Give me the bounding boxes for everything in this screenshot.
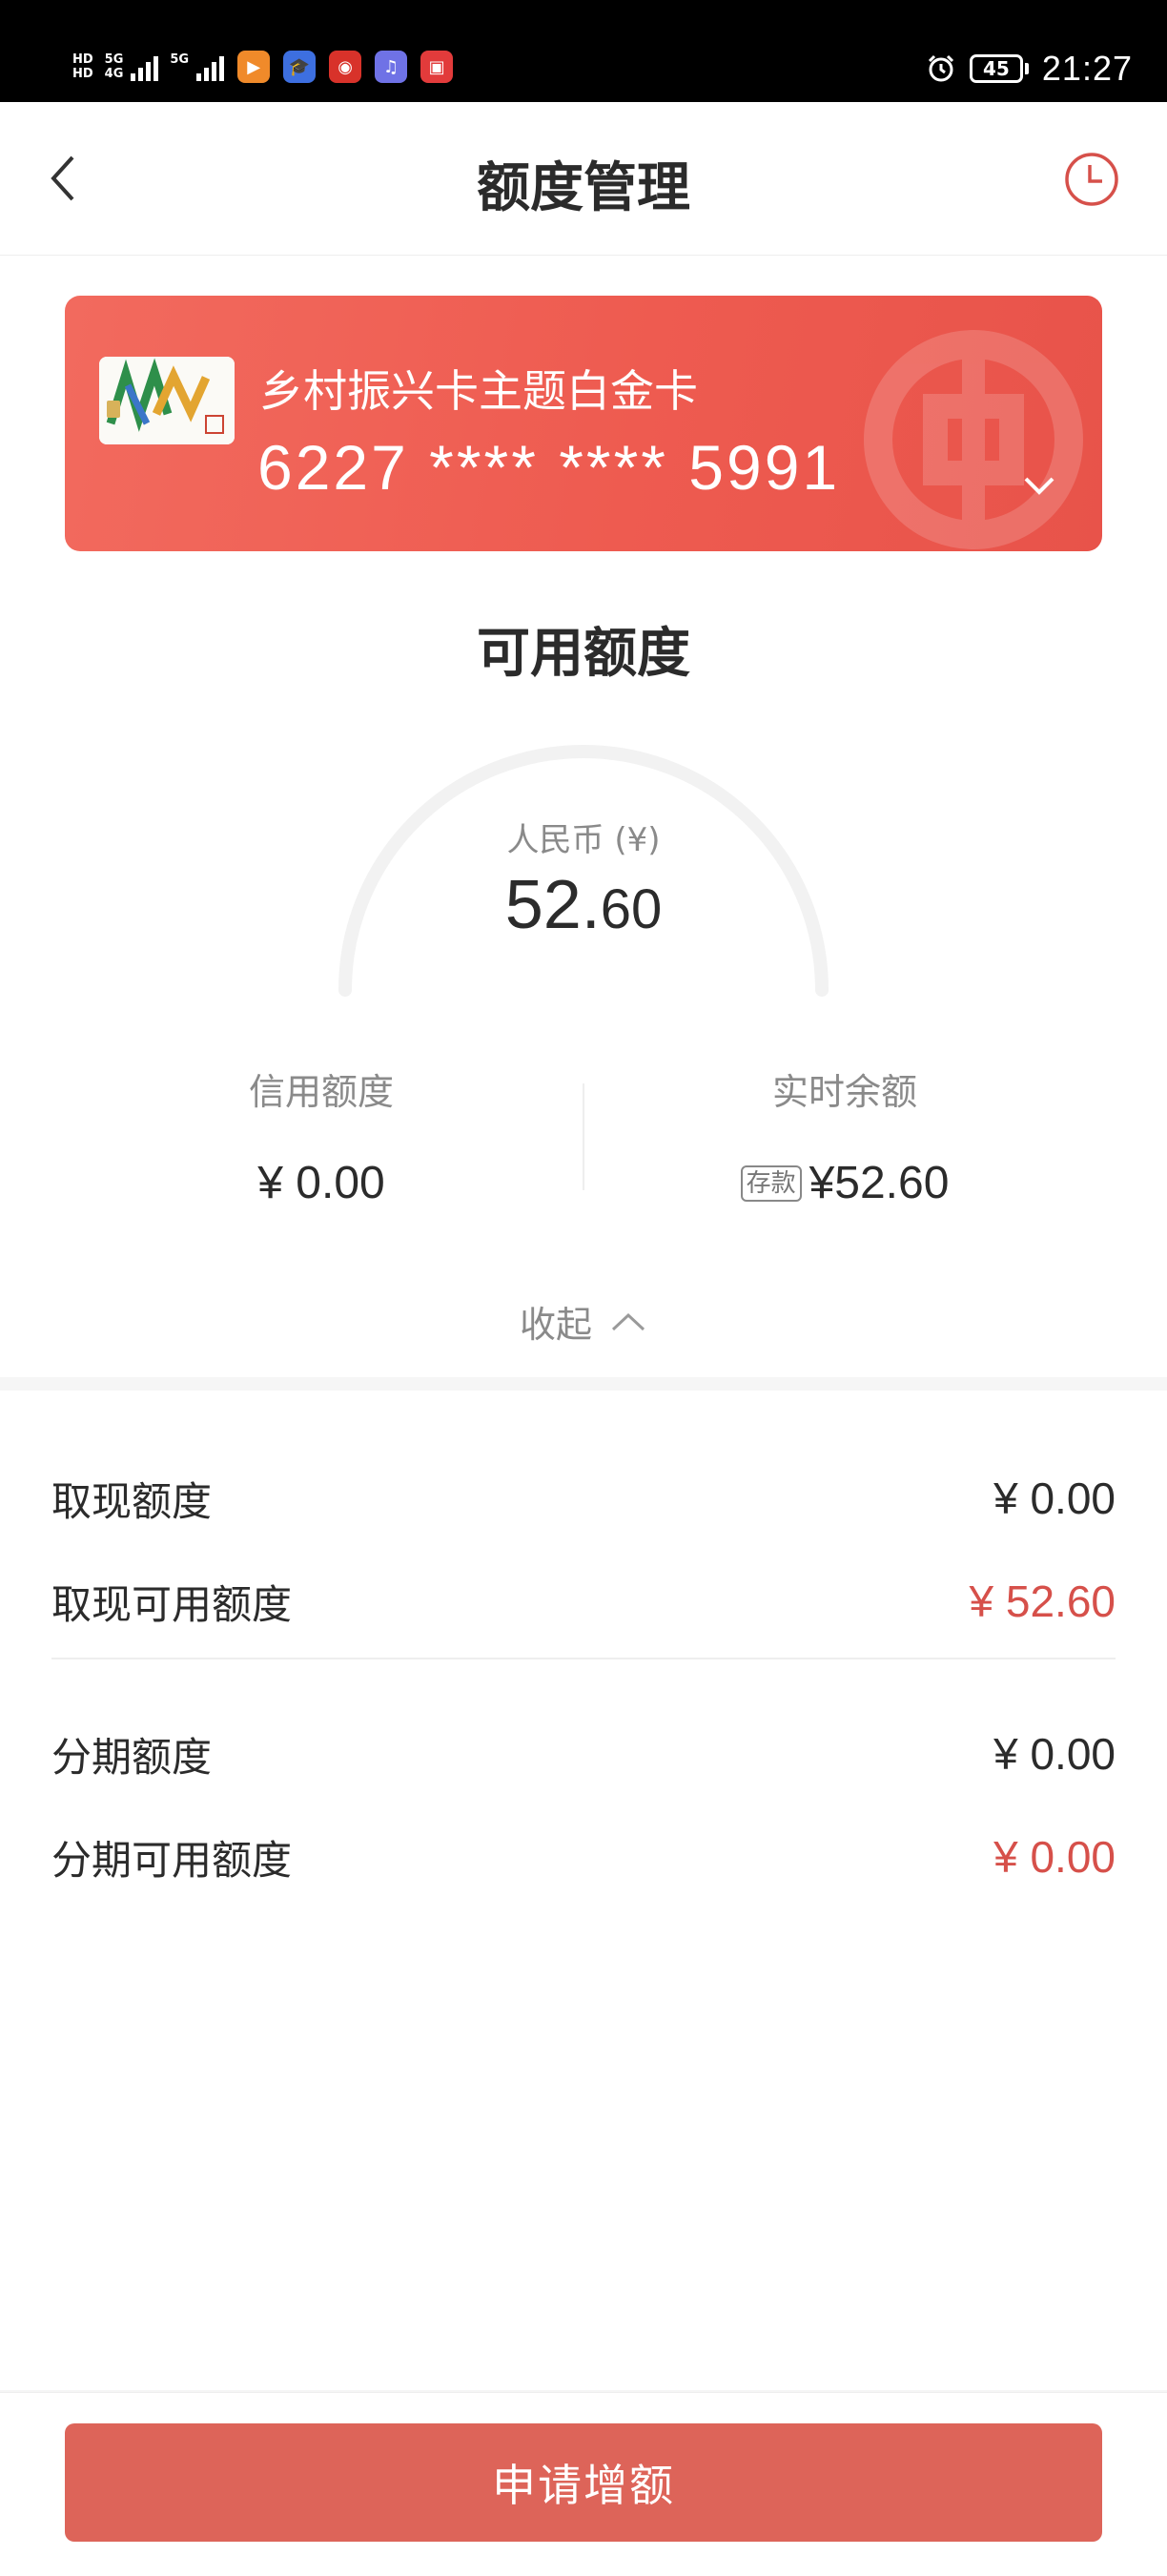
signal-strength-icon <box>131 52 159 81</box>
bottom-action-bar: 申请增额 <box>0 2392 1167 2576</box>
signal-strength-icon-2 <box>196 52 225 81</box>
available-limit-title: 可用额度 <box>477 623 690 685</box>
installment-limit-label: 分期额度 <box>51 1733 213 1781</box>
currency-label: 人民币 (¥) <box>506 821 661 859</box>
divider <box>51 1658 1116 1659</box>
music-app-icon: ♫ <box>375 51 408 83</box>
cash-limit-label: 取现额度 <box>51 1477 213 1525</box>
list-item: 取现可用额度 ¥ 52.60 <box>51 1568 1116 1635</box>
divider <box>583 1083 584 1190</box>
available-amount: 52.60 <box>0 866 1167 944</box>
list-item: 分期可用额度 ¥ 0.00 <box>51 1824 1116 1890</box>
balance-stat: 实时余额 存款 ¥52.60 <box>654 1062 1035 1209</box>
credit-limit-label: 信用额度 <box>248 1071 394 1113</box>
credit-limit-value: ¥ 0.00 <box>257 1158 385 1208</box>
card-name: 乡村振兴卡主题白金卡 <box>259 365 698 417</box>
collapse-button[interactable]: 收起 <box>0 1295 1167 1348</box>
bank-logo-watermark-icon <box>864 330 1083 549</box>
credit-limit-stat: 信用额度 ¥ 0.00 <box>131 1062 512 1209</box>
list-item: 取现额度 ¥ 0.00 <box>51 1465 1116 1532</box>
network-type-indicator: 5G 4G <box>104 52 124 81</box>
chevron-up-icon <box>611 1312 645 1330</box>
collapse-label: 收起 <box>519 1304 592 1346</box>
bank-app-icon: ◉ <box>329 51 362 83</box>
installment-available-value: ¥ 0.00 <box>993 1832 1116 1882</box>
deposit-badge: 存款 <box>740 1164 802 1202</box>
status-bar: HD HD 5G 4G 5G ▶ 🎓 ◉ ♫ ▣ 45 21:27 <box>0 0 1167 102</box>
chevron-down-icon[interactable] <box>1018 464 1060 505</box>
limit-details: 取现额度 ¥ 0.00 取现可用额度 ¥ 52.60 分期额度 ¥ 0.00 分… <box>0 1391 1167 2390</box>
cash-available-label: 取现可用额度 <box>51 1580 293 1628</box>
available-limit-section: 乡村振兴卡主题白金卡 6227 **** **** 5991 可用额度 人民币 … <box>0 256 1167 1377</box>
card-number: 6227 **** **** 5991 <box>257 432 841 503</box>
video-app-icon: ▶ <box>237 51 271 83</box>
cash-available-value: ¥ 52.60 <box>969 1577 1116 1626</box>
balance-value: ¥52.60 <box>809 1158 950 1208</box>
apply-increase-button[interactable]: 申请增额 <box>65 2423 1102 2542</box>
network-type-indicator-2: 5G <box>170 52 190 67</box>
top-nav-bar: 额度管理 <box>0 102 1167 256</box>
list-item: 分期额度 ¥ 0.00 <box>51 1721 1116 1787</box>
battery-icon: 45 <box>969 54 1029 83</box>
installment-available-label: 分期可用额度 <box>51 1836 293 1884</box>
hd-indicator: HD HD <box>72 52 93 81</box>
card-selector[interactable]: 乡村振兴卡主题白金卡 6227 **** **** 5991 <box>65 296 1102 551</box>
balance-label: 实时余额 <box>771 1071 917 1113</box>
alarm-icon <box>928 54 953 82</box>
page-title: 额度管理 <box>477 157 690 219</box>
status-time: 21:27 <box>1041 49 1133 88</box>
installment-limit-value: ¥ 0.00 <box>993 1729 1116 1779</box>
card-image <box>99 357 235 444</box>
cash-limit-value: ¥ 0.00 <box>993 1473 1116 1523</box>
available-amount-integer: 52. <box>504 867 601 943</box>
clock-icon[interactable] <box>1064 152 1119 207</box>
education-app-icon: 🎓 <box>283 51 317 83</box>
reader-app-icon: ▣ <box>420 51 454 83</box>
available-amount-decimal: 60 <box>600 878 663 940</box>
